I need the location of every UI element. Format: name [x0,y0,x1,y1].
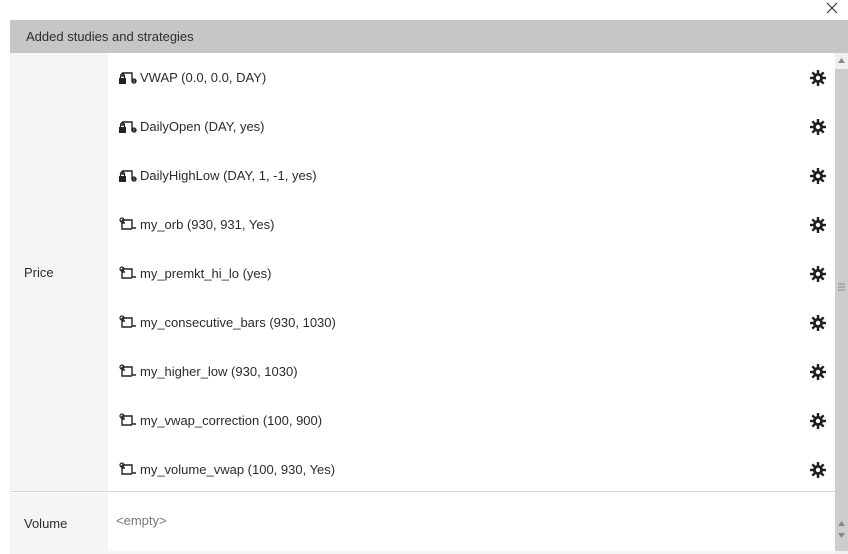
study-row[interactable]: DailyOpen (DAY, yes) [108,102,835,151]
study-label: my_volume_vwap (100, 930, Yes) [140,462,336,477]
script-icon [118,314,138,332]
study-list: <empty> [108,493,835,551]
group-price: Price VWAP (0.0, 0.0, DAY) DailyOpen (DA… [10,53,835,492]
study-label: DailyHighLow (DAY, 1, -1, yes) [140,168,317,183]
group-label-text: Price [24,264,54,280]
close-icon [826,2,838,14]
script-icon [118,363,138,381]
scrollbar-thumb[interactable] [835,69,848,551]
gear-icon[interactable] [809,461,827,479]
group-label-volume: Volume [10,493,108,554]
gear-icon[interactable] [809,69,827,87]
study-label: VWAP (0.0, 0.0, DAY) [140,70,267,85]
group-label-text: Volume [24,516,68,531]
scrollbar[interactable] [835,53,848,554]
grip-icon [838,283,845,291]
gear-icon[interactable] [809,118,827,136]
close-button[interactable] [824,0,840,16]
gear-icon[interactable] [809,363,827,381]
study-row[interactable]: my_higher_low (930, 1030) [108,347,835,396]
study-list: VWAP (0.0, 0.0, DAY) DailyOpen (DAY, yes… [108,53,835,491]
study-row[interactable]: my_consecutive_bars (930, 1030) [108,298,835,347]
study-row[interactable]: VWAP (0.0, 0.0, DAY) [108,53,835,102]
script-icon [118,412,138,430]
study-row[interactable]: DailyHighLow (DAY, 1, -1, yes) [108,151,835,200]
gear-icon[interactable] [809,167,827,185]
study-label: my_higher_low (930, 1030) [140,364,298,379]
locked-script-icon [118,118,138,136]
gear-icon[interactable] [809,216,827,234]
study-label: my_orb (930, 931, Yes) [140,217,275,232]
script-icon [118,265,138,283]
script-icon [118,216,138,234]
empty-placeholder: <empty> [116,513,167,528]
script-icon [118,461,138,479]
scroll-up-arrow-icon[interactable] [838,521,845,526]
study-row[interactable]: my_orb (930, 931, Yes) [108,200,835,249]
study-label: DailyOpen (DAY, yes) [140,119,265,134]
gear-icon[interactable] [809,412,827,430]
study-label: my_premkt_hi_lo (yes) [140,266,272,281]
group-label-price: Price [10,53,108,491]
study-row[interactable]: my_volume_vwap (100, 930, Yes) [108,445,835,494]
locked-script-icon [118,69,138,87]
panel-title: Added studies and strategies [26,29,194,44]
panel-header: Added studies and strategies [10,20,848,53]
study-label: my_consecutive_bars (930, 1030) [140,315,336,330]
group-volume: Volume <empty> [10,493,835,554]
gear-icon[interactable] [809,314,827,332]
scroll-up-arrow-icon[interactable] [838,58,845,63]
locked-script-icon [118,167,138,185]
gear-icon[interactable] [809,265,827,283]
study-row[interactable]: my_vwap_correction (100, 900) [108,396,835,445]
study-label: my_vwap_correction (100, 900) [140,413,323,428]
scroll-down-arrow-icon[interactable] [838,533,845,538]
study-row[interactable]: my_premkt_hi_lo (yes) [108,249,835,298]
